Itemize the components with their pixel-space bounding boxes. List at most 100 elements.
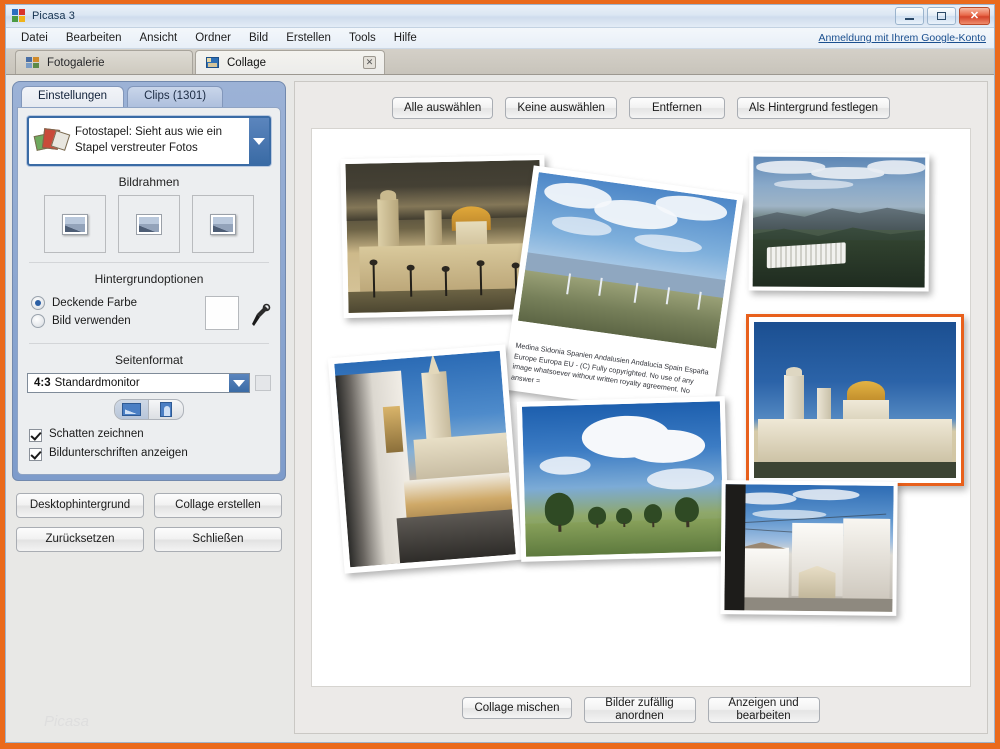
page-format-ratio: 4:3 <box>34 377 51 389</box>
background-section-label: Hintergrundoptionen <box>27 272 271 286</box>
photo-white-village-mountains[interactable] <box>749 153 930 292</box>
maximize-button[interactable] <box>927 7 956 25</box>
panel-tab-bar: Einstellungen Clips (1301) <box>17 86 281 107</box>
menu-bar: Datei Bearbeiten Ansicht Ordner Bild Ers… <box>6 28 994 49</box>
collage-content-pane: Alle auswählen Keine auswählen Entfernen… <box>292 75 994 742</box>
orientation-toggle-group <box>114 399 184 420</box>
background-options: Deckende Farbe Bild verwenden <box>27 292 271 334</box>
image-thumb-icon <box>136 214 162 235</box>
photo-artwork <box>754 322 956 478</box>
tab-collage[interactable]: Collage ✕ <box>195 50 385 74</box>
photo-seville-street-giralda[interactable] <box>328 344 522 573</box>
settings-panel: Einstellungen Clips (1301) Fotostapel: S… <box>12 81 286 481</box>
menu-item-erstellen[interactable]: Erstellen <box>277 30 340 46</box>
checkbox-schatten-zeichnen[interactable] <box>29 429 42 442</box>
collage-style-value: Fotostapel: Sieht aus wie ein Stapel ver… <box>75 118 249 164</box>
radio-row-bild-verwenden[interactable]: Bild verwenden <box>31 314 195 328</box>
radio-row-deckende-farbe[interactable]: Deckende Farbe <box>31 296 195 310</box>
page-format-value: Standardmonitor <box>55 377 140 389</box>
create-collage-button[interactable]: Collage erstellen <box>154 493 282 518</box>
eyedropper-icon[interactable] <box>249 302 271 334</box>
window-inner: Picasa 3 ✕ Datei Bearbeiten Ansicht Ordn… <box>5 4 995 743</box>
checkbox-label-bildunterschriften: Bildunterschriften anzeigen <box>49 447 188 459</box>
shuffle-collage-button[interactable]: Collage mischen <box>462 697 571 719</box>
collage-toolbar-top: Alle auswählen Keine auswählen Entfernen… <box>311 92 971 128</box>
checkbox-bildunterschriften-anzeigen[interactable] <box>29 448 42 461</box>
panel-tab-einstellungen[interactable]: Einstellungen <box>21 86 124 107</box>
close-panel-button[interactable]: Schließen <box>154 527 282 552</box>
photo-white-village-houses[interactable] <box>720 480 897 616</box>
close-icon[interactable]: ✕ <box>363 56 376 69</box>
window-title: Picasa 3 <box>32 10 75 22</box>
frame-options <box>27 195 271 253</box>
settings-sidebar: Einstellungen Clips (1301) Fotostapel: S… <box>6 75 292 742</box>
orientation-portrait-button[interactable] <box>149 400 183 419</box>
remove-button[interactable]: Entfernen <box>629 97 725 119</box>
google-account-signin-link[interactable]: Anmeldung mit Ihrem Google-Konto <box>818 32 986 44</box>
title-bar: Picasa 3 ✕ <box>6 5 994 28</box>
menu-item-bild[interactable]: Bild <box>240 30 277 46</box>
window-controls: ✕ <box>895 7 990 25</box>
photo-artwork <box>724 484 893 612</box>
checkbox-label-schatten: Schatten zeichnen <box>49 428 144 440</box>
radio-label-bild-verwenden: Bild verwenden <box>52 315 131 327</box>
menu-item-tools[interactable]: Tools <box>340 30 385 46</box>
picasa-watermark: Picasa <box>44 713 89 730</box>
collage-toolbar-bottom: Collage mischen Bilder zufällig anordnen… <box>311 687 971 725</box>
frame-option-shadow-landscape[interactable] <box>44 195 106 253</box>
reset-button[interactable]: Zurücksetzen <box>16 527 144 552</box>
collage-icon <box>206 57 220 69</box>
radio-label-deckende-farbe: Deckende Farbe <box>52 297 137 309</box>
background-color-swatch[interactable] <box>205 296 239 330</box>
photo-cadiz-cathedral-blue[interactable] <box>746 314 964 486</box>
frames-section-label: Bildrahmen <box>27 175 271 189</box>
photo-windmills-polaroid[interactable]: Medina Sidonia Spanien Andalusien Andalu… <box>502 165 743 418</box>
menu-item-datei[interactable]: Datei <box>12 30 57 46</box>
collage-style-dropdown[interactable]: Fotostapel: Sieht aus wie ein Stapel ver… <box>27 116 271 166</box>
photo-stack-icon <box>29 118 75 164</box>
minimize-button[interactable] <box>895 7 924 25</box>
set-as-background-button[interactable]: Als Hintergrund festlegen <box>737 97 890 119</box>
randomize-pictures-button[interactable]: Bilder zufällig anordnen <box>584 697 696 723</box>
page-format-extra-button[interactable] <box>255 375 271 391</box>
sidebar-buttons: Desktophintergrund Collage erstellen Zur… <box>12 481 286 561</box>
panel-body: Fotostapel: Sieht aus wie ein Stapel ver… <box>17 107 281 475</box>
photo-artwork <box>518 172 737 348</box>
image-thumb-icon <box>210 214 236 235</box>
panel-tab-clips[interactable]: Clips (1301) <box>127 86 223 107</box>
photo-artwork <box>753 157 926 288</box>
radio-deckende-farbe[interactable] <box>31 296 45 310</box>
select-all-button[interactable]: Alle auswählen <box>392 97 493 119</box>
collage-canvas[interactable]: Medina Sidonia Spanien Andalusien Andalu… <box>311 128 971 687</box>
orientation-row <box>27 399 271 420</box>
landscape-icon <box>122 403 141 416</box>
tab-strip: Fotogalerie Collage ✕ <box>6 49 994 75</box>
photo-artwork <box>522 401 724 556</box>
close-button[interactable]: ✕ <box>959 7 990 25</box>
desktop-background-button[interactable]: Desktophintergrund <box>16 493 144 518</box>
menu-item-ansicht[interactable]: Ansicht <box>130 30 186 46</box>
menu-item-hilfe[interactable]: Hilfe <box>385 30 426 46</box>
page-format-dropdown[interactable]: 4:3 Standardmonitor <box>27 373 250 393</box>
page-format-row: 4:3 Standardmonitor <box>27 373 271 393</box>
tab-fotogalerie-label: Fotogalerie <box>47 57 105 69</box>
menu-item-bearbeiten[interactable]: Bearbeiten <box>57 30 131 46</box>
orientation-landscape-button[interactable] <box>115 400 149 419</box>
page-format-section-label: Seitenformat <box>27 353 271 367</box>
application-window: Picasa 3 ✕ Datei Bearbeiten Ansicht Ordn… <box>0 0 1000 749</box>
view-and-edit-button[interactable]: Anzeigen und bearbeiten <box>708 697 820 723</box>
frame-option-plain-landscape[interactable] <box>118 195 180 253</box>
photo-olive-trees-clouds[interactable] <box>517 396 729 562</box>
chevron-down-icon[interactable] <box>229 374 249 392</box>
checkbox-row-bildunterschriften[interactable]: Bildunterschriften anzeigen <box>29 447 271 461</box>
tab-fotogalerie[interactable]: Fotogalerie <box>15 50 193 74</box>
photo-artwork <box>334 351 515 567</box>
frame-option-shadow-portrait[interactable] <box>192 195 254 253</box>
radio-bild-verwenden[interactable] <box>31 314 45 328</box>
image-thumb-icon <box>62 214 88 235</box>
select-none-button[interactable]: Keine auswählen <box>505 97 617 119</box>
chevron-down-icon[interactable] <box>249 118 269 164</box>
picasa-logo-icon <box>12 9 26 23</box>
menu-item-ordner[interactable]: Ordner <box>186 30 240 46</box>
checkbox-row-schatten[interactable]: Schatten zeichnen <box>29 428 271 442</box>
